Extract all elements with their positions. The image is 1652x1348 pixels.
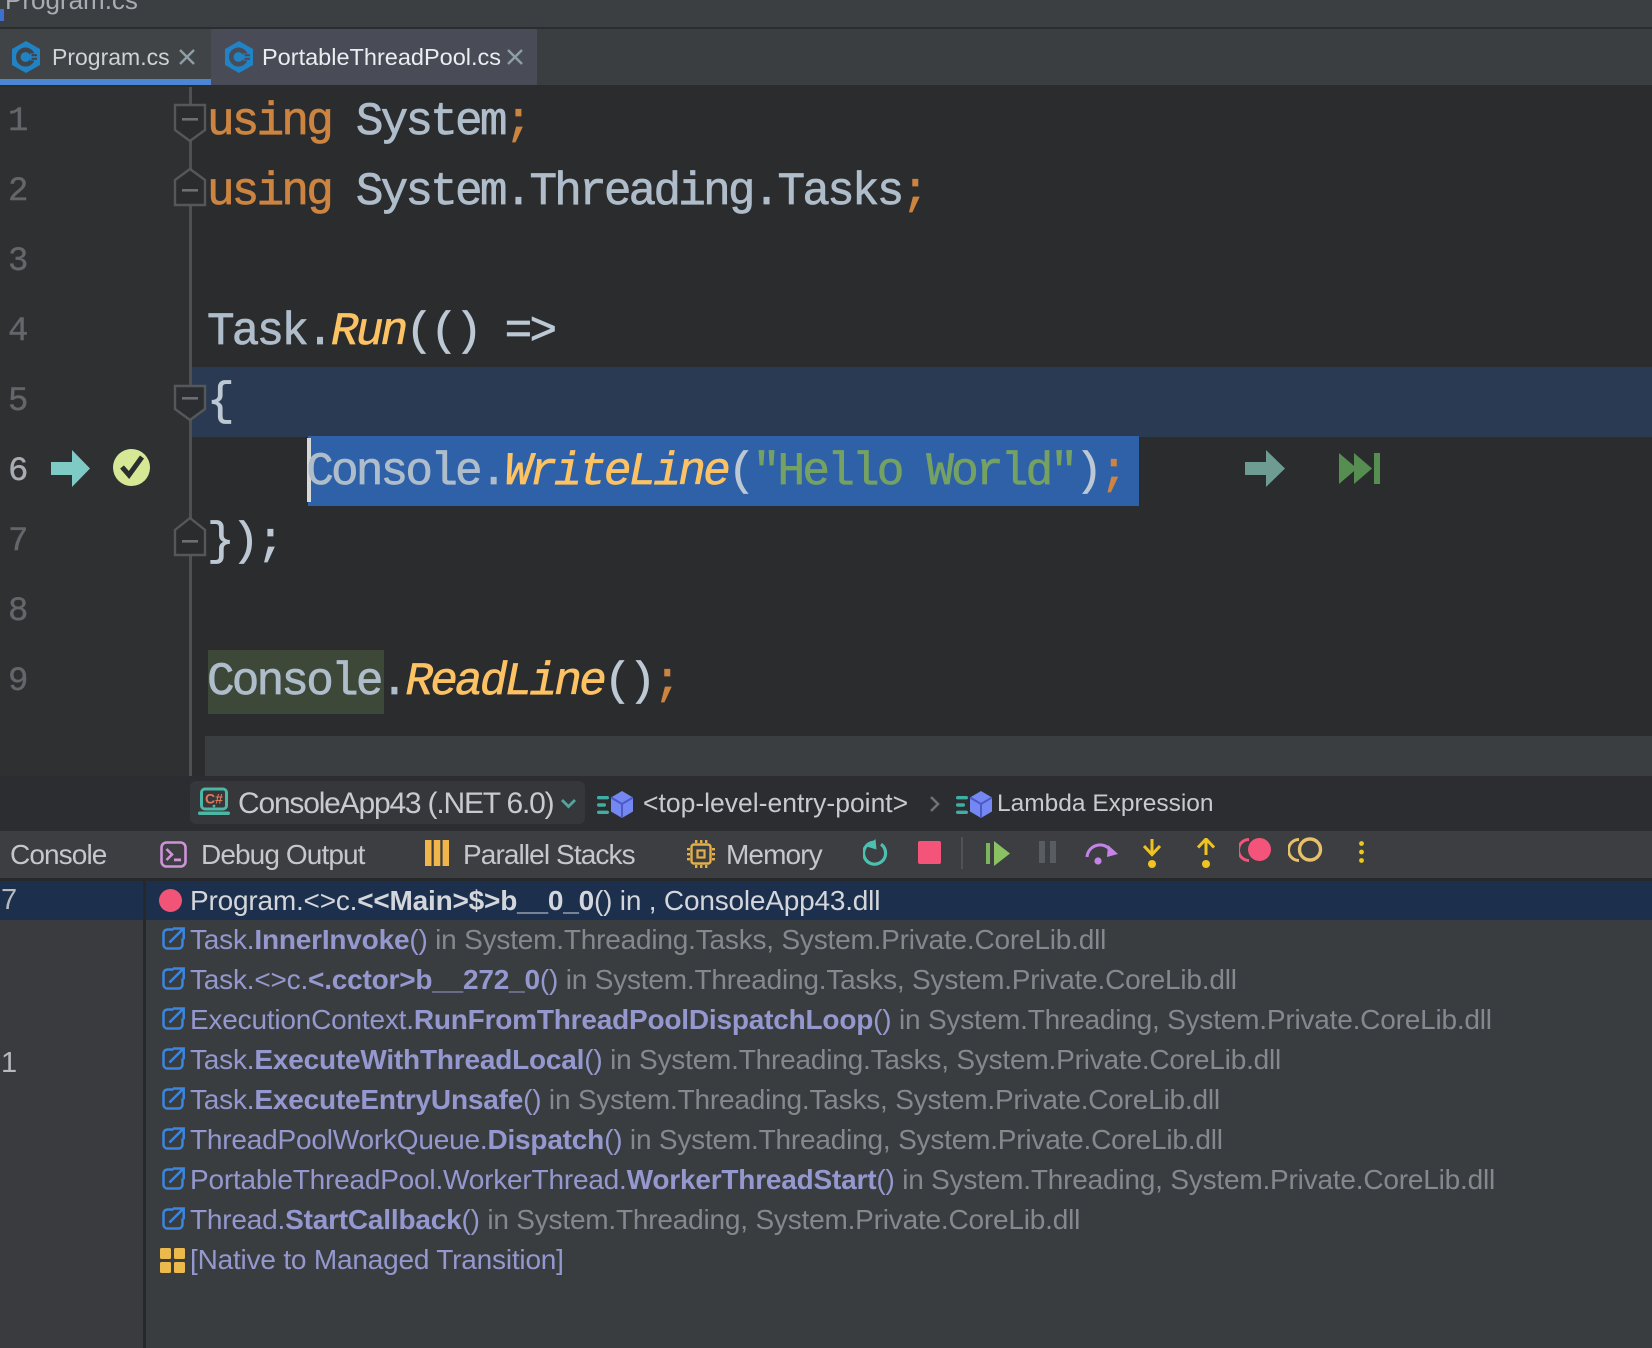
svg-text:C#: C#: [205, 791, 223, 807]
